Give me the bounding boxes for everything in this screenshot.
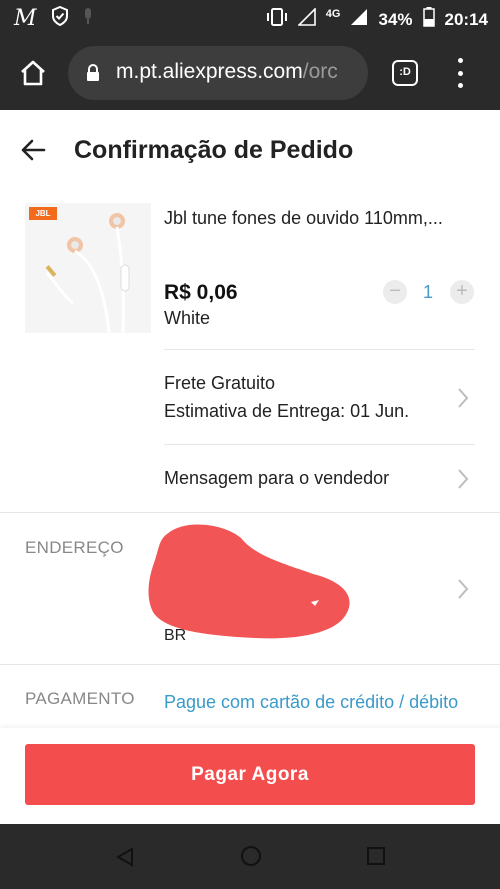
address-bar[interactable]: m.pt.aliexpress.com/orc [68,46,368,100]
url-text: m.pt.aliexpress.com/orc [116,60,338,84]
page-header: Confirmação de Pedido [0,110,500,192]
divider [0,664,500,665]
address-label: ENDEREÇO [25,538,124,557]
url-domain: m.pt.aliexpress.com [116,60,303,83]
bottom-action-bar: Pagar Agora [0,728,500,824]
pay-now-button[interactable]: Pagar Agora [25,744,475,805]
product-name[interactable]: Jbl tune fones de ouvido 110mm,... [164,208,443,229]
divider [164,349,475,350]
nav-recents-icon[interactable] [366,846,386,871]
chevron-right-icon [456,578,470,600]
quantity-value: 1 [423,282,434,302]
lock-icon [86,64,100,87]
divider [0,512,500,513]
tab-switcher-button[interactable]: :D [392,60,418,86]
page-title: Confirmação de Pedido [74,136,354,164]
brand-badge: JBL [29,207,57,220]
app-notification-icon: M [14,6,37,31]
network-type: 4G [325,7,341,20]
earphones-illustration [45,213,130,333]
product-image[interactable]: JBL [25,203,151,333]
redaction-blob [148,524,350,639]
nav-back-icon[interactable] [114,846,136,873]
battery-icon [422,7,435,32]
payment-method-link[interactable]: Pague com cartão de crédito / débito [164,689,464,727]
payment-label: PAGAMENTO [25,689,135,708]
browser-toolbar: m.pt.aliexpress.com/orc :D [0,36,500,110]
overflow-menu-icon[interactable] [452,58,468,88]
shipping-cost: Frete Gratuito [164,373,276,393]
divider [164,444,475,445]
status-bar: M 4G 34% 20:14 [0,0,500,36]
signal-icon [350,8,368,31]
shield-check-icon [51,5,69,31]
chevron-right-icon [456,387,470,409]
delivery-estimate: Estimativa de Entrega: 01 Jun. [164,401,410,421]
battery-percent: 34% [378,9,413,29]
product-price: R$ 0,06 [164,281,238,304]
quantity-increase-button[interactable]: + [450,280,474,304]
quantity-decrease-button[interactable]: − [383,280,407,304]
url-path: /orc [302,60,338,83]
vibrate-icon [266,7,288,32]
product-variant: White [164,308,211,328]
mic-off-icon [83,6,93,31]
signal-empty-icon [296,7,316,31]
home-icon[interactable] [18,58,48,88]
system-nav-bar [0,824,500,889]
clock: 20:14 [444,9,488,29]
chevron-right-icon [456,468,470,490]
nav-home-icon[interactable] [240,845,262,872]
seller-message-label: Mensagem para o vendedor [164,468,390,488]
back-arrow-icon[interactable] [20,138,46,167]
